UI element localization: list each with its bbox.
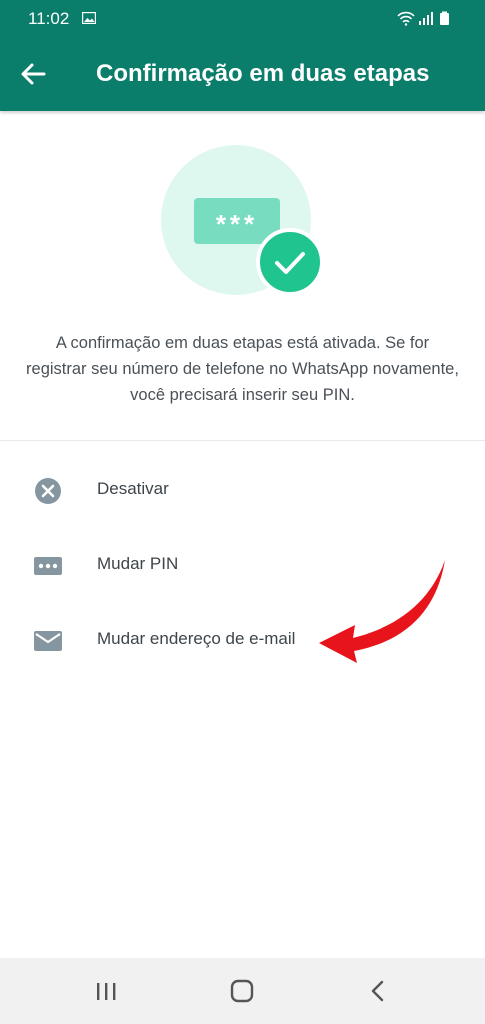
- status-time: 11:02: [28, 9, 70, 28]
- red-arrow-annotation: [319, 560, 445, 663]
- page-title: Confirmação em duas etapas: [96, 60, 430, 87]
- wifi-icon: [397, 11, 415, 26]
- email-icon: [34, 631, 62, 651]
- pin-dots-icon: [34, 557, 62, 575]
- signal-icon: [419, 12, 433, 25]
- battery-icon: [440, 11, 449, 25]
- system-nav-bar: [0, 958, 485, 1024]
- menu-item-disable[interactable]: Desativar: [0, 457, 485, 523]
- status-indicators: [397, 11, 449, 26]
- menu-item-label: Desativar: [97, 479, 169, 498]
- menu-item-label: Mudar PIN: [97, 554, 179, 573]
- close-circle-icon: [35, 478, 61, 504]
- app-bar: Confirmação em duas etapas: [0, 37, 485, 111]
- back-icon[interactable]: [358, 975, 398, 1007]
- check-badge: [256, 228, 324, 296]
- menu-item-label: Mudar endereço de e-mail: [97, 629, 296, 648]
- divider: [0, 440, 485, 441]
- home-icon[interactable]: [222, 975, 262, 1007]
- status-bar: 11:02: [0, 0, 485, 37]
- gallery-icon: [82, 12, 96, 24]
- back-arrow-icon[interactable]: [16, 57, 50, 91]
- description-text: A confirmação em duas etapas está ativad…: [26, 334, 459, 404]
- recent-apps-icon[interactable]: [86, 975, 126, 1007]
- check-icon: [275, 252, 305, 274]
